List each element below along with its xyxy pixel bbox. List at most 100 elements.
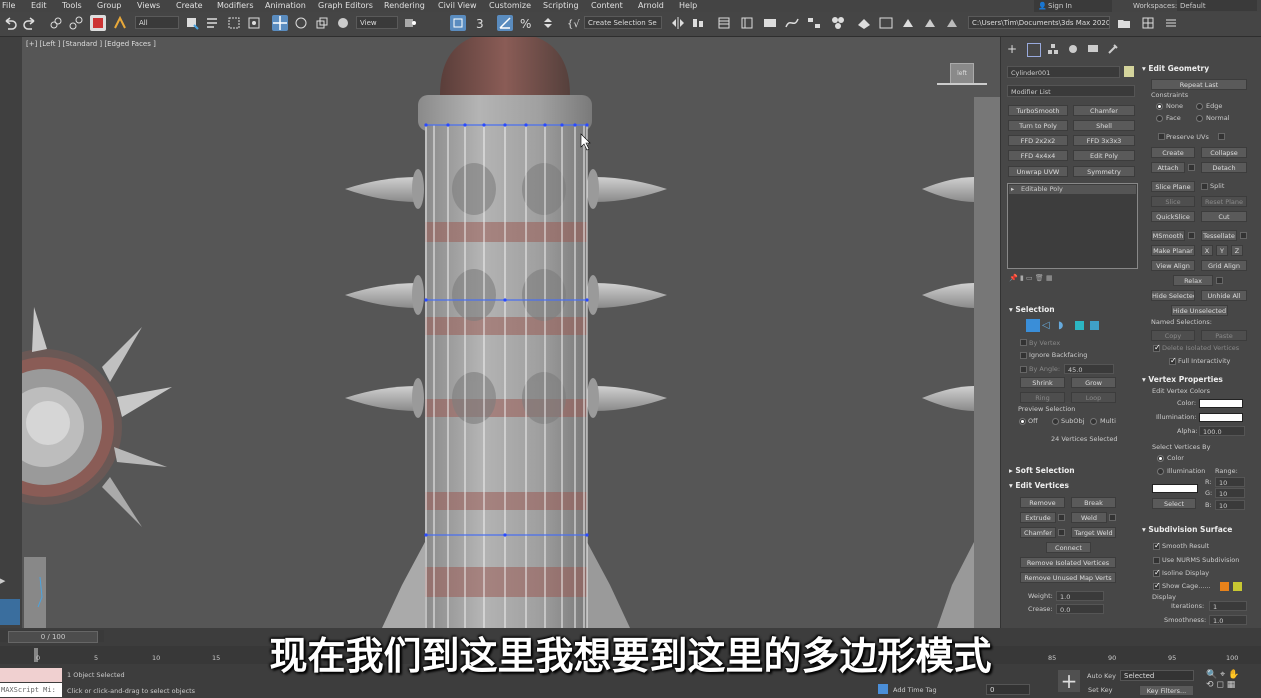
layout-icon[interactable]	[1140, 15, 1156, 31]
range-b-spinner[interactable]: 10	[1215, 500, 1245, 510]
ring-button[interactable]: Ring	[1020, 392, 1065, 403]
display-tab-icon[interactable]	[1087, 43, 1099, 55]
menu-customize[interactable]: Customize	[489, 0, 531, 12]
iterations-spinner[interactable]: 1	[1209, 601, 1247, 611]
relax-button[interactable]: Relax	[1173, 275, 1213, 286]
grow-button[interactable]: Grow	[1071, 377, 1116, 388]
element-mode-icon[interactable]	[1090, 321, 1099, 330]
modifier-stack[interactable]: ▸ Editable Poly	[1007, 183, 1138, 269]
preview-subobj-radio[interactable]	[1052, 418, 1059, 425]
tessellate-button[interactable]: Tessellate	[1201, 230, 1237, 241]
create-button[interactable]: Create	[1151, 147, 1195, 158]
project-folder-icon[interactable]	[1116, 15, 1132, 31]
select-object-icon[interactable]	[184, 15, 200, 31]
split-checkbox[interactable]	[1201, 183, 1208, 190]
remove-isolated-vertices-button[interactable]: Remove Isolated Vertices	[1020, 557, 1116, 568]
schematic-view-icon[interactable]	[806, 15, 822, 31]
menu-modifiers[interactable]: Modifiers	[217, 0, 254, 12]
angle-snap-icon[interactable]	[497, 15, 513, 31]
edit-vertices-rollout-header[interactable]: ▾ Edit Vertices	[1009, 481, 1069, 490]
show-cage-checkbox[interactable]	[1153, 581, 1161, 590]
unwrap-uvw-button[interactable]: Unwrap UVW	[1008, 166, 1068, 177]
menu-views[interactable]: Views	[137, 0, 160, 12]
select-by-name-icon[interactable]	[204, 15, 220, 31]
render-active-icon[interactable]	[944, 15, 960, 31]
constraint-normal-radio[interactable]	[1196, 115, 1203, 122]
menu-create[interactable]: Create	[176, 0, 203, 12]
menu-content[interactable]: Content	[591, 0, 623, 12]
target-weld-button[interactable]: Target Weld	[1071, 527, 1116, 538]
selection-filter-dropdown[interactable]: All	[135, 16, 179, 29]
rect-selection-icon[interactable]	[226, 15, 242, 31]
tessellate-settings-icon[interactable]	[1240, 232, 1247, 239]
edge-mode-icon[interactable]: ◁	[1042, 319, 1056, 332]
subdivision-rollout-header[interactable]: ▾ Subdivision Surface	[1142, 525, 1232, 534]
menu-rendering[interactable]: Rendering	[384, 0, 425, 12]
range-g-spinner[interactable]: 10	[1215, 488, 1245, 498]
reset-plane-button[interactable]: Reset Plane	[1201, 196, 1247, 207]
remove-unused-map-verts-button[interactable]: Remove Unused Map Verts	[1020, 572, 1116, 583]
slice-plane-button[interactable]: Slice Plane	[1151, 181, 1195, 192]
copy-button[interactable]: Copy	[1151, 330, 1195, 341]
range-r-spinner[interactable]: 10	[1215, 477, 1245, 487]
selection-rollout-header[interactable]: ▾ Selection	[1009, 305, 1055, 314]
remove-button[interactable]: Remove	[1020, 497, 1065, 508]
undo-icon[interactable]	[2, 15, 18, 31]
unhide-all-button[interactable]: Unhide All	[1201, 290, 1247, 301]
menu-help[interactable]: Help	[679, 0, 697, 12]
select-by-color-radio[interactable]	[1157, 455, 1164, 462]
warp-icon[interactable]	[112, 15, 128, 31]
by-vertex-checkbox[interactable]	[1020, 339, 1027, 346]
sign-in-button[interactable]: 👤 Sign In	[1034, 0, 1112, 12]
ribbon-icon[interactable]	[762, 15, 778, 31]
project-folder-dropdown[interactable]: C:\Users\Tim\Documents\3ds Max 2020	[968, 16, 1110, 29]
planar-y-button[interactable]: Y	[1216, 245, 1228, 256]
vertex-mode-icon[interactable]	[1026, 319, 1040, 332]
symmetry-button[interactable]: Symmetry	[1073, 166, 1135, 177]
polygon-mode-icon[interactable]	[1075, 321, 1084, 330]
angle-spinner[interactable]: 45.0	[1064, 364, 1114, 374]
attach-button[interactable]: Attach	[1151, 162, 1185, 173]
make-planar-button[interactable]: Make Planar	[1151, 245, 1195, 256]
attach-list-icon[interactable]	[1188, 164, 1195, 171]
add-time-tag-label[interactable]: Add Time Tag	[893, 686, 937, 695]
percent-snap-icon[interactable]: %	[518, 15, 534, 31]
viewport-layout-tab[interactable]	[0, 599, 20, 625]
edit-geometry-rollout-header[interactable]: ▾ Edit Geometry	[1142, 64, 1209, 73]
scene-explorer-icon[interactable]	[739, 15, 755, 31]
spinner-snap-icon[interactable]	[540, 15, 556, 31]
create-tab-icon[interactable]: +	[1007, 43, 1019, 55]
shrink-button[interactable]: Shrink	[1020, 377, 1065, 388]
alpha-spinner[interactable]: 100.0	[1199, 426, 1245, 436]
crease-spinner[interactable]: 0.0	[1056, 604, 1104, 614]
grid-align-button[interactable]: Grid Align	[1201, 260, 1247, 271]
quickslice-button[interactable]: QuickSlice	[1151, 211, 1195, 222]
rotate-icon[interactable]	[293, 15, 309, 31]
weld-settings-icon[interactable]	[1109, 514, 1116, 521]
ignore-backfacing-checkbox[interactable]	[1020, 352, 1027, 359]
select-by-illum-radio[interactable]	[1157, 468, 1164, 475]
chamfer-settings-icon[interactable]	[1058, 529, 1065, 536]
redo-icon[interactable]	[22, 15, 38, 31]
menu-group[interactable]: Group	[97, 0, 121, 12]
relax-settings-icon[interactable]	[1216, 277, 1223, 284]
hide-unselected-button[interactable]: Hide Unselected	[1171, 305, 1228, 316]
window-crossing-icon[interactable]	[246, 15, 262, 31]
menu-toggle-icon[interactable]	[1163, 15, 1179, 31]
isoline-display-checkbox[interactable]	[1153, 568, 1161, 577]
shell-button[interactable]: Shell	[1073, 120, 1135, 131]
modifier-list-dropdown[interactable]: Modifier List	[1007, 85, 1135, 97]
loop-button[interactable]: Loop	[1071, 392, 1116, 403]
chamfer-modifier-button[interactable]: Chamfer	[1073, 105, 1135, 116]
border-mode-icon[interactable]: ◗	[1058, 319, 1072, 332]
msmooth-settings-icon[interactable]	[1188, 232, 1195, 239]
smoothness-spinner[interactable]: 1.0	[1209, 615, 1247, 625]
cut-button[interactable]: Cut	[1201, 211, 1247, 222]
render-setup-icon[interactable]	[856, 15, 872, 31]
turbosmooth-button[interactable]: TurboSmooth	[1008, 105, 1068, 116]
menu-edit[interactable]: Edit	[31, 0, 47, 12]
extrude-settings-icon[interactable]	[1058, 514, 1065, 521]
curve-editor-icon[interactable]	[784, 15, 800, 31]
rendered-frame-icon[interactable]	[878, 15, 894, 31]
break-button[interactable]: Break	[1071, 497, 1116, 508]
